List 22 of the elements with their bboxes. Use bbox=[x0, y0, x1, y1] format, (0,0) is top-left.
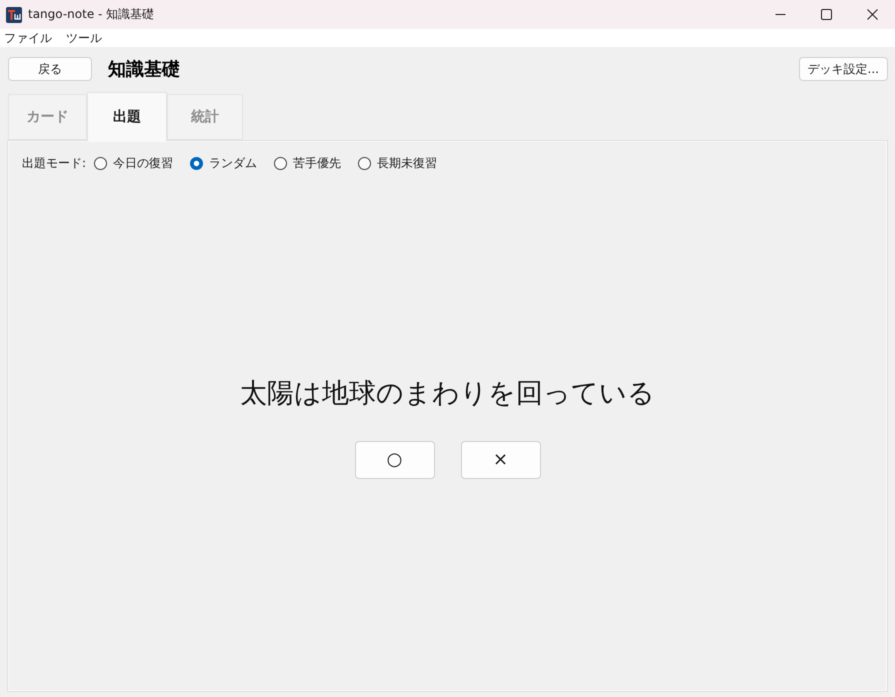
tab[interactable]: 出題 bbox=[87, 92, 167, 141]
mode-label: 出題モード: bbox=[22, 154, 86, 172]
radio-button[interactable] bbox=[358, 156, 372, 170]
deck-title: 知識基礎 bbox=[108, 58, 181, 81]
radio-button[interactable] bbox=[274, 156, 288, 170]
menu-item[interactable]: ツール bbox=[66, 30, 102, 46]
radio-label[interactable]: ランダム bbox=[209, 154, 258, 172]
app-logo-icon bbox=[6, 6, 22, 22]
radio-button[interactable] bbox=[190, 156, 204, 170]
close-icon bbox=[866, 9, 878, 20]
radio-label[interactable]: 今日の復習 bbox=[113, 154, 174, 172]
maximize-icon bbox=[820, 9, 832, 20]
radio-label[interactable]: 長期未復習 bbox=[377, 154, 438, 172]
radio-button[interactable] bbox=[94, 156, 108, 170]
deck-settings-button[interactable]: デッキ設定... bbox=[798, 57, 888, 81]
answer-button[interactable]: × bbox=[460, 440, 540, 478]
back-button[interactable]: 戻る bbox=[8, 57, 92, 81]
menu-item[interactable]: ファイル bbox=[4, 30, 52, 46]
answer-button[interactable]: ○ bbox=[354, 440, 434, 478]
question-text: 太陽は地球のまわりを回っている bbox=[240, 376, 655, 410]
window-title: tango-note - 知識基礎 bbox=[28, 6, 156, 23]
radio-label[interactable]: 苦手優先 bbox=[293, 154, 342, 172]
